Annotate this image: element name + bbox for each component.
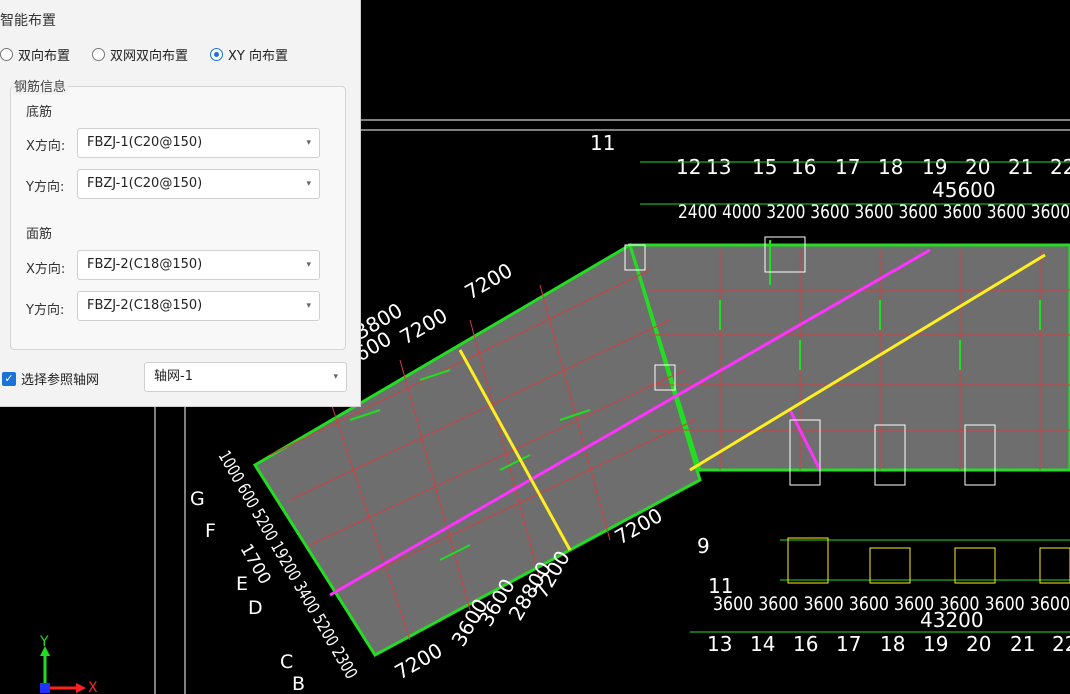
foundation-details [780,537,1070,584]
radio-two-way[interactable]: 双向布置 [0,45,70,64]
ucs-x-label: X [88,680,98,694]
axis-label: 14 [750,632,775,656]
radio-circle-icon [0,48,13,61]
bottom-y-label: Y方向: [26,180,65,195]
layout-mode-radios: 双向布置 双网双向布置 XY 向布置 [0,45,310,64]
dim-label: 7200 [461,258,517,304]
ref-grid-label: 选择参照轴网 [21,373,100,388]
axis-letter: F [205,520,216,542]
radio-circle-icon [92,48,106,61]
ucs-icon: Y X [39,634,98,694]
top-x-select[interactable]: FBZJ-2(C18@150) ▾ [77,250,320,280]
axis-label: 18 [878,155,903,179]
select-value: FBZJ-1(C20@150) [87,176,203,191]
axis-label: 19 [922,155,947,179]
axis-label: 17 [836,632,861,656]
axis-letter: D [248,597,263,619]
radio-label: XY 向布置 [228,49,289,64]
bottom-x-label: X方向: [26,139,66,154]
bottom-total-dimension: 43200 [920,608,984,632]
axis-letter: E [236,573,248,595]
select-value: FBZJ-2(C18@150) [87,298,203,313]
select-value: 轴网-1 [154,369,193,384]
radio-label: 双网双向布置 [110,49,189,64]
axis-label: 18 [880,632,905,656]
chevron-down-icon: ▾ [306,260,311,270]
ref-grid-checkbox[interactable]: ✓ 选择参照轴网 [2,369,99,388]
bottom-axis-labels: 13 14 16 17 18 19 20 21 22 [707,632,1070,656]
axis-label: 15 [752,155,777,179]
chevron-down-icon: ▾ [306,138,311,148]
axis-label: 16 [791,155,816,179]
axis-label-11-top: 11 [590,131,615,155]
select-value: FBZJ-1(C20@150) [87,135,203,150]
radio-xy-direction[interactable]: XY 向布置 [210,45,288,64]
axis-label: 16 [793,632,818,656]
top-y-select[interactable]: FBZJ-2(C18@150) ▾ [77,291,320,321]
axis-letter: G [190,488,205,510]
ref-grid-select[interactable]: 轴网-1 ▾ [144,362,347,392]
top-axis-labels: 12 13 15 16 17 18 19 20 21 22 11 [590,131,1070,179]
checkbox-checked-icon: ✓ [2,371,16,386]
axis-label: 21 [1008,155,1033,179]
axis-label: 20 [965,155,990,179]
select-value: FBZJ-2(C18@150) [87,257,203,272]
axis-label: 13 [706,155,731,179]
axis-label: 19 [923,632,948,656]
radio-selected-icon [210,48,224,61]
axis-letter: B [292,673,305,694]
top-x-label: X方向: [26,262,66,277]
smart-layout-panel: 智能布置 双向布置 双网双向布置 XY 向布置 钢筋信息 底筋 X方向: FBZ… [0,0,361,407]
chevron-down-icon: ▾ [306,301,311,311]
axis-label: 17 [835,155,860,179]
axis-label-9: 9 [697,534,710,558]
axis-label: 20 [966,632,991,656]
axis-label: 22 [1050,155,1070,179]
rebar-info-title: 钢筋信息 [12,76,69,95]
bottom-x-select[interactable]: FBZJ-1(C20@150) ▾ [77,128,320,158]
axis-letter: C [280,651,293,673]
ucs-y-label: Y [39,634,49,650]
chevron-down-icon: ▾ [333,372,338,382]
bottom-rebar-title: 底筋 [26,105,53,120]
axis-label: 12 [676,155,701,179]
top-rebar-title: 面筋 [26,227,53,242]
axis-label: 22 [1052,632,1070,656]
top-y-label: Y方向: [26,303,65,318]
top-total-dimension: 45600 [932,178,996,202]
bottom-span-dimensions: 3600 3600 3600 3600 3600 3600 3600 3600 [713,593,1070,615]
dim-label: 7200 [396,303,452,349]
chevron-down-icon: ▾ [306,179,311,189]
bottom-y-select[interactable]: FBZJ-1(C20@150) ▾ [77,169,320,199]
radio-double-net[interactable]: 双网双向布置 [92,45,188,64]
radio-label: 双向布置 [18,49,71,64]
panel-title: 智能布置 [0,13,56,29]
axis-label: 13 [707,632,732,656]
axis-label: 21 [1010,632,1035,656]
dim-label: 7200 [391,638,447,684]
